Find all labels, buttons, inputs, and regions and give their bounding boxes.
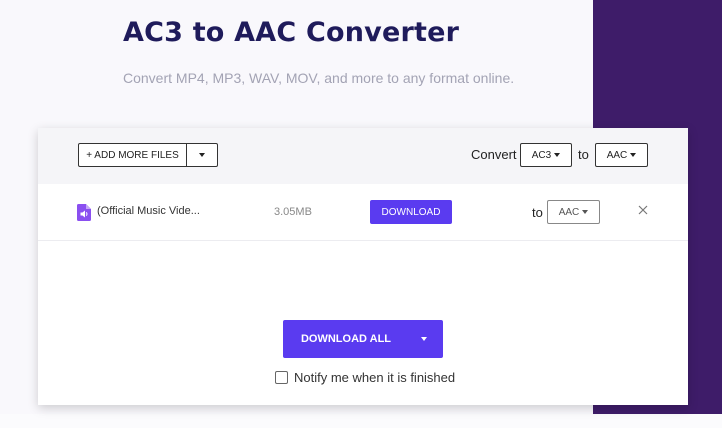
add-more-files-button[interactable]: + ADD MORE FILES (79, 144, 186, 166)
file-name: (Official Music Vide... (97, 205, 200, 217)
row-format-select[interactable]: AAC (547, 200, 600, 224)
audio-file-icon (77, 204, 91, 226)
notify-label: Notify me when it is finished (294, 370, 456, 385)
notify-option[interactable]: Notify me when it is finished (275, 370, 455, 385)
caret-down-icon (554, 153, 561, 157)
add-files-dropdown-toggle[interactable] (186, 144, 217, 166)
notify-checkbox[interactable] (275, 371, 288, 384)
caret-down-icon (630, 153, 637, 157)
file-size: 3.05MB (274, 206, 312, 218)
to-label: to (578, 147, 589, 162)
caret-down-icon (582, 210, 589, 214)
to-format-value: AAC (606, 149, 628, 161)
from-format-select[interactable]: AC3 (520, 143, 572, 167)
remove-file-button[interactable] (638, 203, 648, 217)
background-strip (0, 414, 722, 428)
add-files-button-group: + ADD MORE FILES (78, 143, 218, 167)
page-title: AC3 to AAC Converter (123, 17, 460, 48)
page-subtitle: Convert MP4, MP3, WAV, MOV, and more to … (123, 70, 515, 86)
caret-down-icon (421, 337, 427, 341)
download-all-button[interactable]: DOWNLOAD ALL (283, 320, 405, 358)
convert-label: Convert (471, 147, 517, 162)
row-format-value: AAC (558, 206, 580, 218)
download-all-dropdown-toggle[interactable] (405, 320, 443, 358)
download-all-button-group: DOWNLOAD ALL (283, 320, 443, 358)
caret-down-icon (199, 153, 205, 157)
file-row: (Official Music Vide... 3.05MB DOWNLOAD … (38, 184, 688, 241)
download-button[interactable]: DOWNLOAD (370, 200, 452, 224)
close-icon (638, 205, 648, 215)
converter-toolbar: + ADD MORE FILES Convert AC3 to AAC (38, 128, 688, 184)
to-format-select[interactable]: AAC (595, 143, 648, 167)
from-format-value: AC3 (531, 149, 552, 161)
converter-card: + ADD MORE FILES Convert AC3 to AAC (Off… (38, 128, 688, 405)
row-to-label: to (532, 205, 543, 220)
